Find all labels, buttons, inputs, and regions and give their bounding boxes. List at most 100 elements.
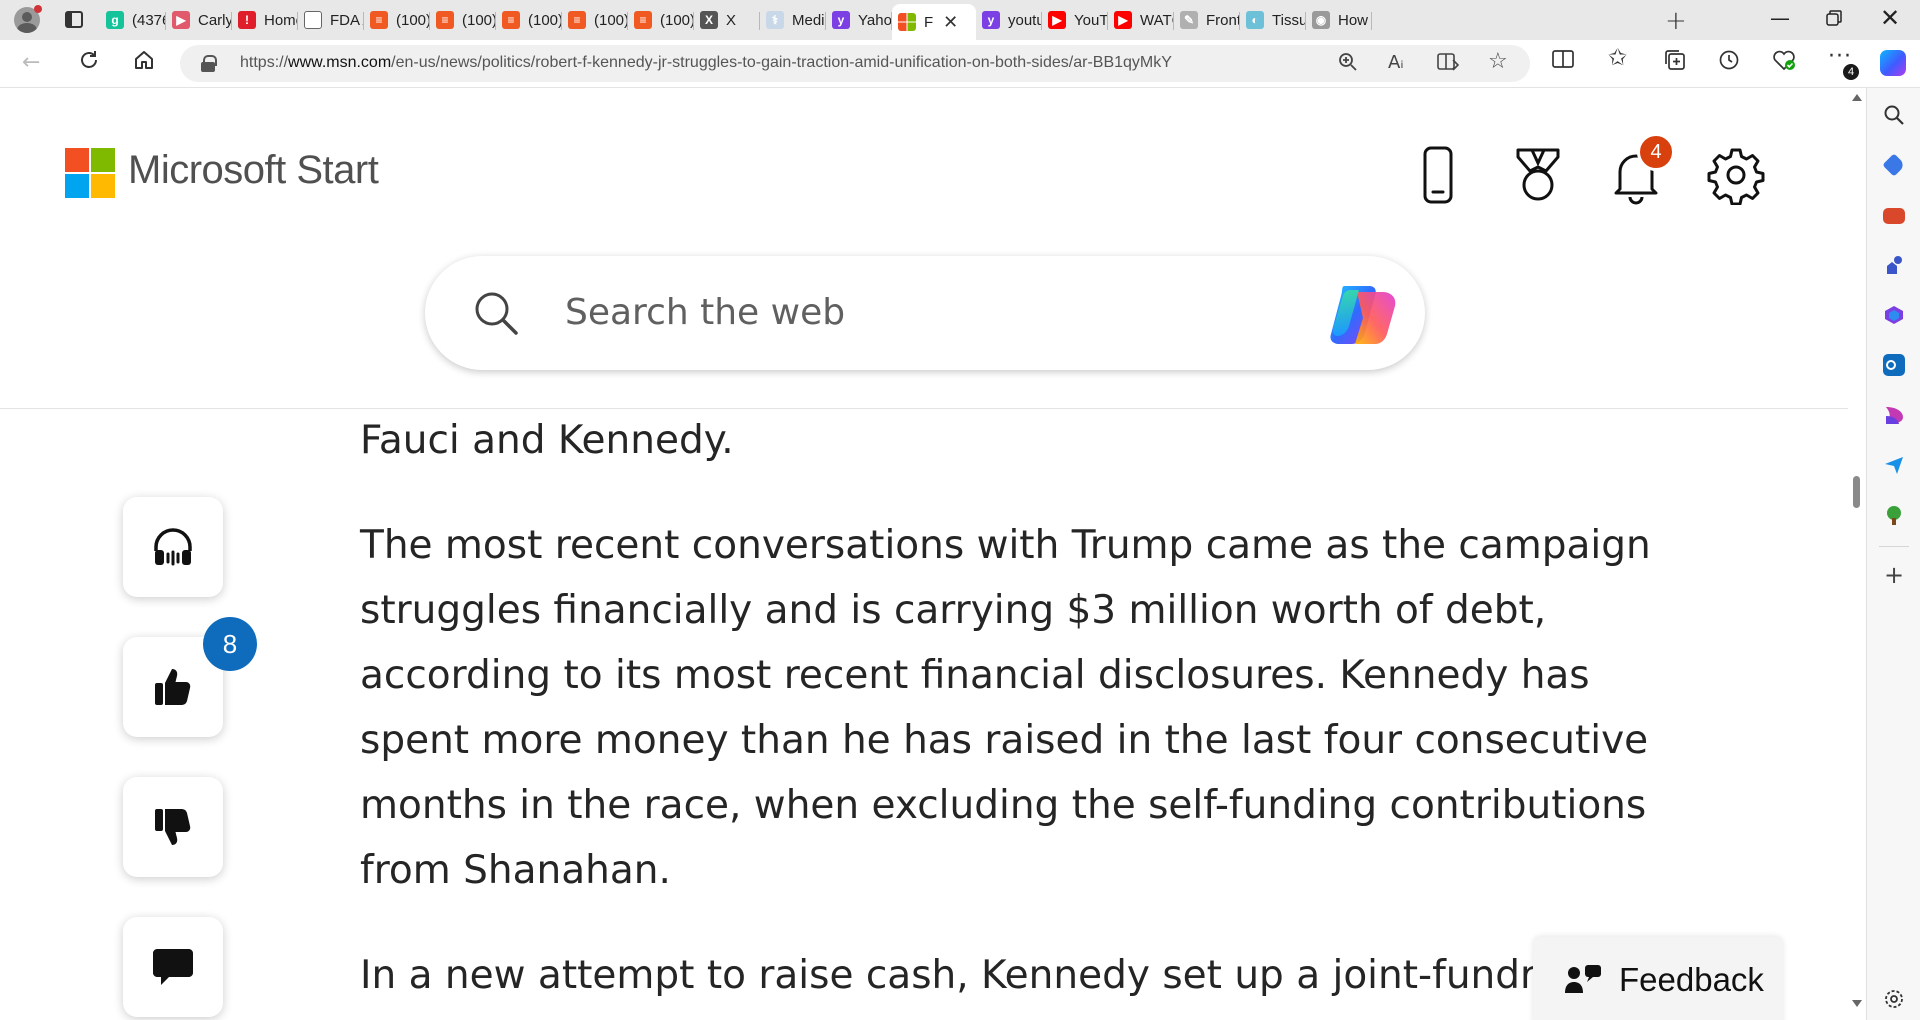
- tab-favicon-icon: ≡: [502, 11, 520, 29]
- browser-tab[interactable]: XX: [694, 4, 760, 36]
- tab-favicon-icon: ▶: [172, 11, 190, 29]
- zoom-icon[interactable]: [1338, 52, 1358, 77]
- split-screen-icon[interactable]: [1552, 49, 1574, 74]
- article-body: Fauci and Kennedy. The most recent conve…: [360, 408, 1670, 1020]
- comments-button[interactable]: [123, 917, 223, 1017]
- headphones-icon: [154, 528, 192, 566]
- tab-favicon-icon: ≡: [634, 11, 652, 29]
- browser-essentials-icon[interactable]: [1772, 49, 1796, 76]
- tab-favicon-icon: !: [238, 11, 256, 29]
- tab-favicon-icon: X: [700, 11, 718, 29]
- browser-tab[interactable]: g (4376: [100, 4, 166, 36]
- rewards-medal-icon[interactable]: [1508, 145, 1568, 205]
- tab-label: (100): [396, 11, 430, 29]
- sidebar-add-icon[interactable]: +: [1883, 563, 1905, 587]
- url-text[interactable]: https://www.msn.com/en-us/news/politics/…: [240, 54, 1172, 72]
- dislike-button[interactable]: [123, 777, 223, 877]
- browser-tab[interactable]: ≡ (100): [628, 4, 694, 36]
- scrollbar-thumb[interactable]: [1853, 476, 1860, 508]
- sidebar-designer-icon[interactable]: [1883, 404, 1905, 426]
- tab-actions-icon[interactable]: [65, 11, 83, 28]
- sidebar-send-icon[interactable]: [1883, 454, 1905, 476]
- feedback-icon: [1565, 965, 1601, 993]
- sidebar-settings-icon[interactable]: [1883, 988, 1905, 1010]
- tab-label: (4376: [132, 11, 166, 29]
- collections-icon[interactable]: [1664, 49, 1686, 76]
- new-tab-button[interactable]: +: [1665, 6, 1687, 36]
- tab-favicon-icon: ▶: [1114, 11, 1132, 29]
- page-scrollbar[interactable]: [1848, 88, 1866, 1020]
- tab-label: FDA A: [330, 11, 364, 29]
- minimize-button[interactable]: —: [1770, 6, 1790, 30]
- listen-button[interactable]: [123, 497, 223, 597]
- restore-button[interactable]: [1825, 8, 1843, 32]
- feedback-label: Feedback: [1619, 961, 1764, 998]
- tab-favicon-icon: ≡: [568, 11, 586, 29]
- notification-count-badge: 4: [1843, 64, 1859, 80]
- favorites-icon[interactable]: ✩: [1608, 45, 1627, 71]
- tab-label: X: [726, 11, 737, 29]
- phone-app-icon[interactable]: [1408, 145, 1468, 205]
- tab-label: (100): [594, 11, 628, 29]
- microsoft-logo-icon[interactable]: [65, 148, 115, 198]
- tab-label: (100): [660, 11, 694, 29]
- browser-tab[interactable]: ▶ WATC: [1108, 4, 1174, 36]
- search-icon[interactable]: [473, 290, 519, 336]
- history-icon[interactable]: [1718, 49, 1740, 76]
- browser-tab[interactable]: ⚕ Medic: [760, 4, 826, 36]
- sidebar-tools-icon[interactable]: [1883, 208, 1905, 224]
- thumbs-down-icon: [155, 809, 191, 845]
- browser-tab[interactable]: ! Home: [232, 4, 298, 36]
- browser-tab[interactable]: ≡ (100): [430, 4, 496, 36]
- like-count-badge: 8: [203, 617, 257, 671]
- browser-tab[interactable]: FDA A: [298, 4, 364, 36]
- tab-label: YouTu: [1074, 11, 1108, 29]
- back-arrow-icon[interactable]: ←: [22, 50, 40, 75]
- browser-tab[interactable]: ≡ (100): [496, 4, 562, 36]
- settings-gear-icon[interactable]: [1706, 145, 1766, 206]
- brand-title[interactable]: Microsoft Start: [128, 148, 379, 193]
- browser-tab[interactable]: ≡ (100): [364, 4, 430, 36]
- browser-tab[interactable]: ≡ (100): [562, 4, 628, 36]
- immersive-reader-icon[interactable]: [1437, 52, 1460, 77]
- feedback-button[interactable]: Feedback: [1533, 937, 1783, 1020]
- sidebar-search-icon[interactable]: [1883, 104, 1905, 126]
- tab-label: youtu: [1008, 11, 1042, 29]
- favorite-star-icon[interactable]: ☆: [1488, 49, 1508, 74]
- scroll-up-arrow-icon[interactable]: [1852, 94, 1862, 101]
- close-tab-icon[interactable]: ✕: [943, 12, 958, 33]
- close-window-button[interactable]: ✕: [1880, 4, 1900, 32]
- read-aloud-icon[interactable]: Aᵢ: [1388, 52, 1404, 73]
- sidebar-m365-icon[interactable]: [1883, 304, 1905, 326]
- sidebar-tree-icon[interactable]: [1883, 504, 1905, 526]
- scroll-down-arrow-icon[interactable]: [1852, 1000, 1862, 1007]
- article-paragraph: In a new attempt to raise cash, Kennedy …: [360, 953, 1592, 998]
- address-bar[interactable]: https://www.msn.com/en-us/news/politics/…: [180, 45, 1530, 82]
- copilot-icon[interactable]: [1325, 282, 1401, 348]
- browser-tab[interactable]: ◐ Tissue: [1240, 4, 1306, 36]
- sidebar-shopping-icon[interactable]: [1882, 153, 1906, 177]
- browser-tab[interactable]: F ✕: [892, 4, 976, 40]
- article-paragraph: Fauci and Kennedy.: [360, 418, 734, 463]
- browser-tab[interactable]: ✎ Front: [1174, 4, 1240, 36]
- browser-tab-strip: g (4376 ▶ Carly! Home FDA A ≡ (100) ≡ (100) ≡ (100)…: [0, 0, 1920, 40]
- tab-separator: [1371, 12, 1372, 30]
- browser-tab[interactable]: ▶ YouTu: [1042, 4, 1108, 36]
- page-content: Microsoft Start 4 Search the web Fauci a…: [0, 88, 1866, 1020]
- search-input[interactable]: Search the web: [565, 292, 845, 333]
- lock-icon[interactable]: [201, 55, 217, 72]
- tab-favicon-icon: ✎: [1180, 11, 1198, 29]
- browser-tab[interactable]: ◉ How: [1306, 4, 1372, 36]
- browser-tab[interactable]: y youtu: [976, 4, 1042, 36]
- refresh-icon[interactable]: [78, 49, 100, 77]
- home-icon[interactable]: [133, 49, 155, 77]
- web-search-box[interactable]: Search the web: [425, 256, 1425, 370]
- sidebar-games-icon[interactable]: [1883, 254, 1905, 276]
- copilot-sidebar-icon[interactable]: [1880, 50, 1906, 76]
- tab-favicon-icon: ⚕: [766, 11, 784, 29]
- browser-tab[interactable]: ▶ Carly: [166, 4, 232, 36]
- tab-label: Tissue: [1272, 11, 1306, 29]
- sidebar-outlook-icon[interactable]: [1883, 354, 1905, 376]
- browser-tab[interactable]: y Yahoo: [826, 4, 892, 36]
- tab-favicon-icon: ◐: [1246, 11, 1264, 29]
